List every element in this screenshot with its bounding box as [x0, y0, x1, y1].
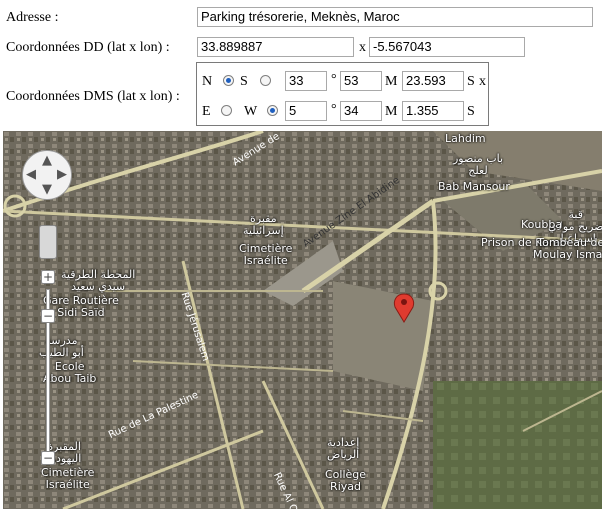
dms-coordinates-label: Coordonnées DMS (lat x lon) :	[6, 89, 180, 104]
pan-up-icon[interactable]: ▲	[42, 153, 52, 168]
lon-minutes-input[interactable]: 34	[340, 101, 382, 121]
address-input[interactable]: Parking trésorerie, Meknès, Maroc	[197, 7, 593, 27]
pan-right-icon[interactable]: ▶	[57, 167, 67, 182]
street-view-pegman-icon[interactable]	[39, 225, 57, 259]
map-label-college-ar: إعدادية الرياض	[327, 436, 360, 461]
map-label-cimetiere-bottom: Cimetière Israélite	[41, 466, 95, 491]
lon-e-label: E	[202, 104, 211, 119]
lat-degree-symbol: °	[331, 72, 337, 87]
lon-w-radio[interactable]	[267, 105, 278, 116]
zoom-in-button[interactable]: +	[41, 270, 55, 284]
map-pan-control[interactable]: ▲ ◀ ▶ ▼	[22, 150, 72, 200]
map-label-bab-mansour: Bab Mansour	[438, 180, 510, 193]
zoom-out-button[interactable]: −	[41, 451, 55, 465]
map-label-cimetiere-top-ar: مقبرة إسرائيلية	[243, 212, 284, 237]
lon-degrees-input[interactable]: 5	[285, 101, 327, 121]
lat-s-radio[interactable]	[260, 75, 271, 86]
lat-s-label: S	[240, 74, 248, 89]
dms-separator: x	[479, 74, 486, 89]
lon-e-radio[interactable]	[221, 105, 232, 116]
dd-coordinates-label: Coordonnées DD (lat x lon) :	[6, 40, 170, 55]
satellite-map[interactable]: Lahdim باب منصور لعلج Bab Mansour قبة ضر…	[3, 131, 602, 509]
lon-seconds-input[interactable]: 1.355	[402, 101, 464, 121]
map-label-lahdim: Lahdim	[445, 132, 486, 145]
dd-separator: x	[359, 40, 366, 55]
lon-seconds-symbol: S	[467, 104, 475, 119]
dd-latitude-input[interactable]: 33.889887	[197, 37, 354, 57]
map-label-gare-ar: المحطة الطرقية سيدي سعيد	[61, 268, 136, 293]
lat-minutes-input[interactable]: 53	[340, 71, 382, 91]
dd-longitude-input[interactable]: -5.567043	[369, 37, 525, 57]
zoom-slider-handle[interactable]: −	[41, 309, 55, 323]
map-label-college: Collège Riyad	[325, 468, 367, 493]
lat-seconds-input[interactable]: 23.593	[402, 71, 464, 91]
lon-w-label: W	[244, 104, 258, 119]
lat-minutes-symbol: M	[385, 74, 398, 89]
address-label: Adresse :	[6, 10, 59, 25]
pan-down-icon[interactable]: ▼	[42, 182, 52, 197]
map-label-ecole: Ecole Abou Taib	[43, 360, 97, 385]
lon-degree-symbol: °	[331, 102, 337, 117]
lat-seconds-symbol: S	[467, 74, 475, 89]
map-label-tombeau: Tombeau de Moulay Ismail	[533, 236, 602, 261]
lon-minutes-symbol: M	[385, 104, 398, 119]
map-label-bab-mansour-ar: باب منصور لعلج	[453, 152, 504, 177]
map-imagery	[3, 131, 602, 509]
lat-n-radio[interactable]	[223, 75, 234, 86]
pan-left-icon[interactable]: ◀	[26, 167, 36, 182]
lat-degrees-input[interactable]: 33	[285, 71, 327, 91]
lat-n-label: N	[202, 74, 213, 89]
map-label-koubba: Koubba	[521, 218, 563, 231]
map-label-cimetiere-top: Cimetière Israélite	[239, 242, 293, 267]
